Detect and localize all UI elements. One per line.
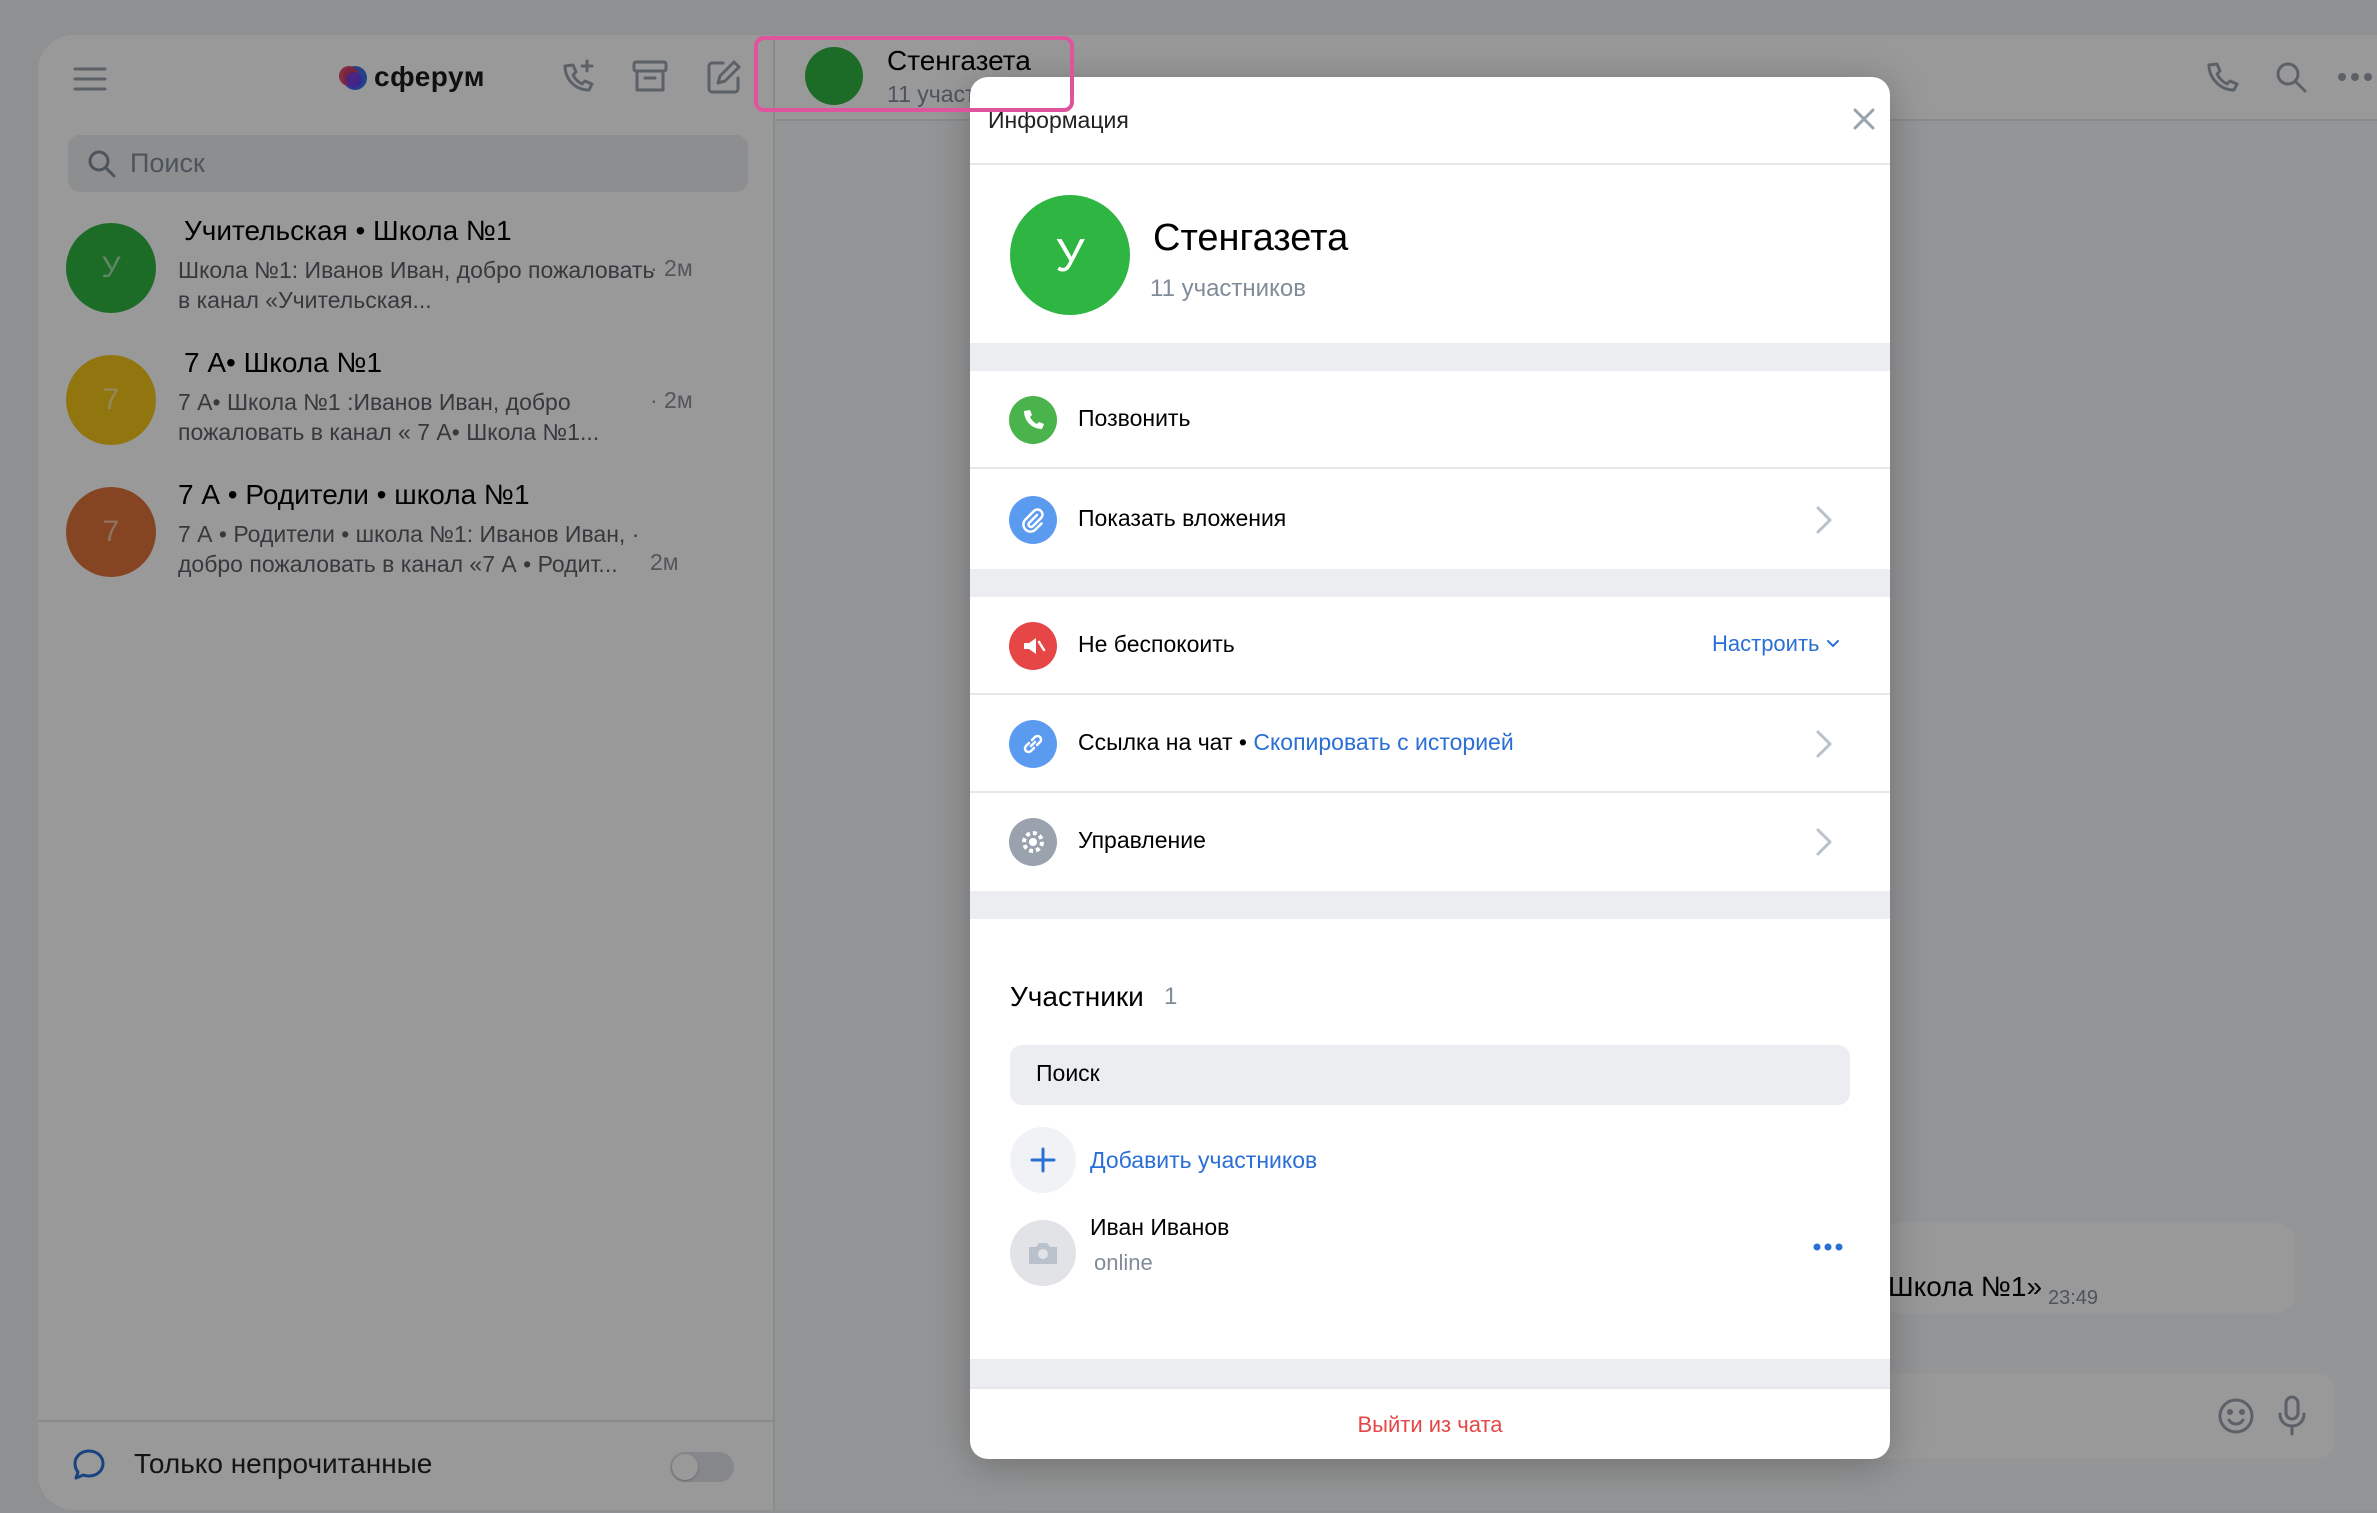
member-name: Иван Иванов — [1090, 1214, 1230, 1240]
leave-chat-label: Выйти из чата — [1357, 1412, 1503, 1437]
members-search-input[interactable] — [1034, 1059, 1818, 1088]
add-members-button[interactable]: Добавить участников — [1010, 1125, 1850, 1195]
manage-row[interactable]: Управление — [970, 793, 1890, 891]
chat-link-row[interactable]: Ссылка на чат • Скопировать с историей — [970, 695, 1890, 793]
do-not-disturb-row[interactable]: Не беспокоить Настроить — [970, 597, 1890, 695]
chat-profile-member-count: 11 участников — [1150, 275, 1306, 302]
manage-label: Управление — [1078, 827, 1206, 853]
call-row[interactable]: Позвонить — [970, 371, 1890, 469]
attachments-row[interactable]: Показать вложения — [970, 471, 1890, 569]
section-divider — [970, 1359, 1890, 1387]
chat-info-modal: Информация У Стенгазета 11 участников По… — [970, 77, 1890, 1459]
section-divider — [970, 569, 1890, 597]
paperclip-icon — [1009, 496, 1057, 544]
configure-dropdown[interactable]: Настроить — [1712, 631, 1840, 657]
members-title: Участники — [1010, 981, 1144, 1012]
chat-profile-name: Стенгазета — [1153, 217, 1349, 259]
section-divider — [970, 343, 1890, 371]
chat-profile-avatar[interactable]: У — [1010, 195, 1130, 315]
member-status: online — [1094, 1250, 1153, 1275]
modal-title: Информация — [988, 107, 1129, 133]
gear-icon — [1009, 818, 1057, 866]
members-search[interactable] — [1010, 1045, 1850, 1105]
do-not-disturb-label: Не беспокоить — [1078, 631, 1235, 657]
member-item[interactable]: Иван Иванов online — [1010, 1210, 1850, 1290]
chevron-down-icon — [1826, 640, 1839, 648]
more-icon[interactable] — [1810, 1232, 1846, 1262]
chat-link-label: Ссылка на чат • Скопировать с историей — [1078, 729, 1514, 755]
chevron-right-icon — [1815, 827, 1833, 862]
members-section: Участники 1 Добавить участников Иван Ива… — [970, 935, 1890, 1365]
mute-icon — [1009, 622, 1057, 670]
leave-chat-button[interactable]: Выйти из чата — [970, 1387, 1890, 1459]
copy-with-history-link[interactable]: Скопировать с историей — [1253, 729, 1513, 755]
section-divider — [970, 891, 1890, 919]
members-count: 1 — [1164, 983, 1178, 1010]
camera-icon — [1010, 1220, 1076, 1286]
chevron-right-icon — [1815, 729, 1833, 764]
configure-label: Настроить — [1712, 631, 1820, 656]
call-label: Позвонить — [1078, 405, 1191, 431]
close-icon[interactable] — [1850, 105, 1880, 135]
plus-icon — [1010, 1127, 1076, 1193]
add-members-label: Добавить участников — [1090, 1147, 1318, 1173]
link-icon — [1009, 720, 1057, 768]
chat-profile: У Стенгазета 11 участников — [970, 165, 1890, 343]
chevron-right-icon — [1815, 505, 1833, 540]
phone-icon — [1009, 396, 1057, 444]
modal-header: Информация — [970, 77, 1890, 165]
attachments-label: Показать вложения — [1078, 505, 1287, 531]
